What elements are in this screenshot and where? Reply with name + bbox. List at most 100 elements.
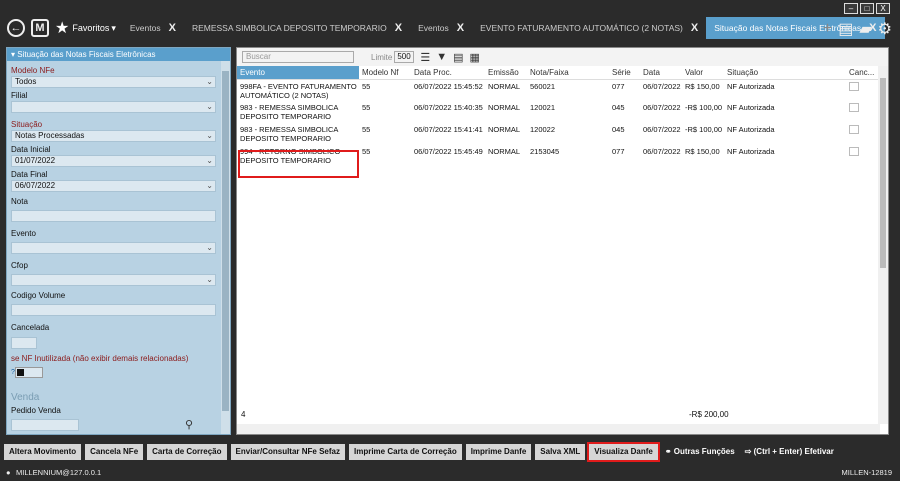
close-window-button[interactable]: X xyxy=(876,3,890,14)
visualiza-danfe-button[interactable]: Visualiza Danfe xyxy=(587,442,660,462)
clipboard-icon[interactable]: ▤ xyxy=(838,19,853,39)
arrow-circle-icon: ⇨ xyxy=(744,447,754,456)
close-tab-icon[interactable]: X xyxy=(691,22,698,34)
action-bar: Altera Movimento Cancela NFe Carta de Co… xyxy=(0,442,900,462)
status-right: MILLEN-12819 xyxy=(841,468,892,477)
data-inicial-label: Data Inicial xyxy=(11,145,51,154)
close-tab-icon[interactable]: X xyxy=(169,22,176,34)
cell-valor: R$ 150,00 xyxy=(685,147,720,156)
export-icon[interactable]: ▦ xyxy=(470,51,480,64)
filial-select[interactable]: ⌄ xyxy=(11,101,216,113)
cell-serie: 045 xyxy=(612,103,625,112)
cancel-checkbox[interactable] xyxy=(849,147,859,156)
cell-modelo: 55 xyxy=(362,147,371,156)
table-row[interactable]: 998FA - EVENTO FATURAMENTO AUTOMÁTICO (2… xyxy=(237,79,880,101)
group-icon[interactable]: ☰ xyxy=(420,51,430,64)
cancel-checkbox[interactable] xyxy=(849,103,859,112)
tab-eventos-2[interactable]: Eventos X xyxy=(410,17,472,39)
tab-remessa[interactable]: REMESSA SIMBOLICA DEPOSITO TEMPORARIO X xyxy=(184,17,410,39)
table-row[interactable]: 983 - REMESSA SIMBOLICA DEPOSITO TEMPORA… xyxy=(237,123,880,145)
nota-input[interactable] xyxy=(11,210,216,222)
col-emissao[interactable]: Emissão xyxy=(485,66,527,80)
grid-vertical-scrollbar[interactable] xyxy=(878,66,888,424)
cell-data-proc: 06/07/2022 15:45:52 xyxy=(414,81,483,91)
search-input[interactable]: Buscar xyxy=(242,51,354,63)
cell-valor: R$ 150,00 xyxy=(685,81,720,91)
inutilizada-toggle[interactable] xyxy=(14,367,43,378)
cell-emissao: NORMAL xyxy=(488,81,521,91)
cfop-select[interactable]: ⌄ xyxy=(11,274,216,286)
tab-evento-faturamento[interactable]: EVENTO FATURAMENTO AUTOMÁTICO (2 NOTAS) X xyxy=(472,17,706,39)
gear-icon[interactable]: ⚙ xyxy=(878,19,892,39)
col-situacao[interactable]: Situação xyxy=(724,66,846,80)
user-icon: ● xyxy=(6,468,11,477)
situacao-select[interactable]: Notas Processadas ⌄ xyxy=(11,130,216,142)
col-cancelada[interactable]: Canc... xyxy=(846,66,880,80)
columns-icon[interactable]: ▤ xyxy=(453,51,463,64)
codigo-volume-input[interactable] xyxy=(11,304,216,316)
inutilizada-toggle-row: ? xyxy=(11,367,226,378)
chevron-down-icon: ▾ xyxy=(111,22,116,33)
maximize-button[interactable]: □ xyxy=(860,3,874,14)
chevron-down-icon: ⌄ xyxy=(206,102,213,111)
limit-input[interactable]: 500 xyxy=(394,51,415,63)
imprime-danfe-button[interactable]: Imprime Danfe xyxy=(465,444,532,460)
efetivar-button[interactable]: ⇨ (Ctrl + Enter) Efetivar xyxy=(742,444,837,460)
pedido-input[interactable] xyxy=(11,418,79,431)
sidebar-title-text: Situação das Notas Fiscais Eletrônicas xyxy=(17,50,156,59)
cell-evento: 983 - REMESSA SIMBOLICA DEPOSITO TEMPORA… xyxy=(240,103,338,121)
filter-icon[interactable]: ▼ xyxy=(436,51,447,63)
cell-emissao: NORMAL xyxy=(488,103,521,112)
data-inicial-field[interactable]: 01/07/2022 ⌄ xyxy=(11,155,216,167)
cell-data: 06/07/2022 xyxy=(643,103,681,112)
enviar-consultar-button[interactable]: Enviar/Consultar NFe Sefaz xyxy=(230,444,345,460)
altera-movimento-button[interactable]: Altera Movimento xyxy=(4,444,82,460)
chevron-down-icon: ⌄ xyxy=(206,156,213,165)
cell-modelo: 55 xyxy=(362,125,371,134)
app-logo[interactable]: M xyxy=(31,19,49,37)
evento-select[interactable]: ⌄ xyxy=(11,242,216,254)
col-data-proc[interactable]: Data Proc. xyxy=(411,66,485,80)
close-tab-icon[interactable]: X xyxy=(395,22,402,34)
search-icon[interactable]: ⚲ xyxy=(185,418,193,431)
grid-toolbar: Buscar Limite 500 ☰ ▼ ▤ ▦ xyxy=(237,48,888,66)
minimize-button[interactable]: – xyxy=(844,3,858,14)
favorites-menu[interactable]: ★ Favoritos ▾ xyxy=(55,18,116,38)
col-evento[interactable]: Evento xyxy=(237,66,359,80)
modelo-label: Modelo NFe xyxy=(11,66,55,75)
sidebar-scrollbar[interactable] xyxy=(221,61,230,434)
cancel-checkbox[interactable] xyxy=(849,81,859,91)
col-modelo[interactable]: Modelo Nf xyxy=(359,66,411,80)
cell-nota: 2153045 xyxy=(530,147,560,156)
situacao-value: Notas Processadas xyxy=(15,131,85,140)
col-serie[interactable]: Série xyxy=(609,66,640,80)
back-arrow-icon[interactable]: ← xyxy=(7,19,25,37)
chat-icon[interactable]: ▰ xyxy=(859,19,871,39)
cell-evento: 983 - REMESSA SIMBOLICA DEPOSITO TEMPORA… xyxy=(240,125,338,143)
close-tab-icon[interactable]: X xyxy=(457,22,464,34)
tab-eventos[interactable]: Eventos X xyxy=(122,17,184,39)
col-data[interactable]: Data xyxy=(640,66,682,80)
data-final-field[interactable]: 06/07/2022 ⌄ xyxy=(11,180,216,192)
grid-horizontal-scrollbar[interactable] xyxy=(237,424,880,434)
cancela-nfe-button[interactable]: Cancela NFe xyxy=(85,444,144,460)
salva-xml-button[interactable]: Salva XML xyxy=(535,444,586,460)
cell-serie: 045 xyxy=(612,125,625,134)
cancel-checkbox[interactable] xyxy=(849,125,859,134)
table-header-row: Evento Modelo Nf Data Proc. Emissão Nota… xyxy=(237,66,880,80)
sidebar-title: ▾ Situação das Notas Fiscais Eletrônicas xyxy=(7,48,230,61)
cell-evento: 998FA - EVENTO FATURAMENTO AUTOMÁTICO (2… xyxy=(240,81,357,100)
modelo-select[interactable]: Todos ⌄ xyxy=(11,76,216,88)
table-row[interactable]: 983 - REMESSA SIMBOLICA DEPOSITO TEMPORA… xyxy=(237,101,880,123)
col-valor[interactable]: Valor xyxy=(682,66,724,80)
imprime-carta-button[interactable]: Imprime Carta de Correção xyxy=(349,444,462,460)
col-nota-faixa[interactable]: Nota/Faixa xyxy=(527,66,609,80)
cell-data: 06/07/2022 xyxy=(643,125,681,134)
tab-label: Eventos xyxy=(129,23,161,33)
cell-cancelada xyxy=(846,101,880,123)
chevron-down-icon: ⌄ xyxy=(206,275,213,284)
outras-funcoes-button[interactable]: ⚭ Outras Funções xyxy=(662,444,738,460)
add-icon[interactable]: + xyxy=(823,20,832,38)
carta-correcao-button[interactable]: Carta de Correção xyxy=(147,444,227,460)
cancelada-checkbox[interactable] xyxy=(11,337,37,349)
